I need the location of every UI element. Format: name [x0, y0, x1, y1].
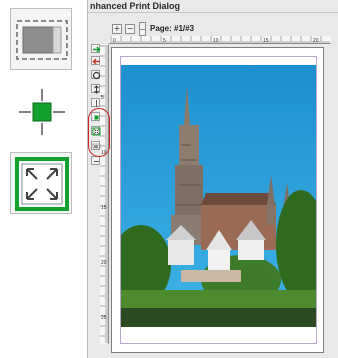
- rotate-icon[interactable]: [91, 70, 101, 80]
- highlight-annotation: [88, 108, 110, 157]
- page-stepper[interactable]: [139, 22, 146, 36]
- center-icon: [10, 80, 72, 142]
- top-ruler-label: 10: [213, 38, 219, 44]
- left-ruler-label: 15: [101, 205, 107, 211]
- top-ruler: 0 5 10 15 20: [109, 36, 331, 44]
- fit-width-icon: [10, 8, 72, 70]
- window-title: nhanced Print Dialog: [90, 1, 181, 11]
- zoom-out-button[interactable]: −: [125, 24, 135, 34]
- options-tool-icon[interactable]: [91, 156, 100, 165]
- page-indicator: Page: #1/#3: [150, 24, 195, 33]
- left-ruler-label: 5: [101, 95, 104, 101]
- top-ruler-label: 20: [313, 38, 319, 44]
- divider-tool-icon[interactable]: [91, 98, 100, 107]
- top-ruler-label: 15: [263, 38, 269, 44]
- title-divider: [88, 12, 338, 13]
- left-ruler-label: 20: [101, 260, 107, 266]
- top-ruler-label: 0: [113, 38, 116, 44]
- move-right-icon[interactable]: [91, 44, 101, 53]
- move-left-icon[interactable]: [91, 56, 100, 65]
- fit-height-icon[interactable]: [91, 84, 100, 94]
- cathedral-photo[interactable]: [121, 65, 316, 327]
- print-dialog-window: nhanced Print Dialog + − Page: #1/#3 0 5 1…: [87, 0, 338, 358]
- page-preview[interactable]: [111, 47, 324, 353]
- zoom-in-button[interactable]: +: [112, 24, 122, 34]
- left-ruler: 5 10 15 20 25: [100, 44, 109, 344]
- top-ruler-label: 5: [163, 38, 166, 44]
- fit-page-icon: [10, 152, 72, 214]
- left-ruler-label: 25: [101, 315, 107, 321]
